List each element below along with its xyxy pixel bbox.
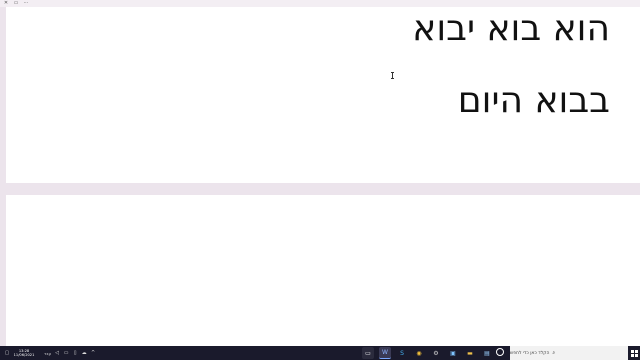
title-bar: ✕ ▭ ⋯ <box>0 0 640 7</box>
taskbar-search-box[interactable]: ⌕ הקלד כאן כדי לחפש <box>510 346 628 360</box>
windows-logo-icon <box>630 349 638 357</box>
clock-date: 11/06/2021 <box>13 353 35 357</box>
close-icon[interactable]: ✕ <box>3 0 9 7</box>
chevron-up-icon[interactable]: ^ <box>90 346 96 360</box>
window-icon[interactable]: ▭ <box>13 0 19 7</box>
photos-icon[interactable]: ▣ <box>447 347 459 359</box>
settings-gear-icon[interactable]: ⚙ <box>430 347 442 359</box>
document-line-1[interactable]: הוא בוא יבוא <box>412 11 610 47</box>
taskbar-apps: ▭ W S ◉ ⚙ ▣ ▬ ▤ <box>362 346 493 360</box>
file-explorer-icon[interactable]: ▬ <box>464 347 476 359</box>
search-icon: ⌕ <box>552 350 556 356</box>
onedrive-icon[interactable]: ☁ <box>81 346 87 360</box>
notifications-icon[interactable]: ▢ <box>4 346 10 360</box>
cortana-icon[interactable] <box>496 348 504 356</box>
battery-icon[interactable]: ▯ <box>72 346 78 360</box>
volume-icon[interactable]: ◁ <box>54 346 60 360</box>
clock[interactable]: 13:28 11/06/2021 <box>13 349 35 358</box>
document-line-2[interactable]: בבוא היום <box>458 83 610 119</box>
store-icon[interactable]: ▤ <box>481 347 493 359</box>
document-page-1[interactable]: הוא בוא יבוא בבוא היום <box>6 7 640 183</box>
skype-icon[interactable]: S <box>396 347 408 359</box>
word-app-icon[interactable]: W <box>379 347 391 359</box>
taskbar: ▢ 13:28 11/06/2021 עבר ◁ ▭ ▯ ☁ ^ ▭ W S ◉… <box>0 346 640 360</box>
start-button[interactable] <box>628 346 640 360</box>
system-tray: ▢ 13:28 11/06/2021 עבר ◁ ▭ ▯ ☁ ^ <box>0 346 96 360</box>
document-page-2[interactable] <box>6 195 640 346</box>
language-indicator[interactable]: עבר <box>44 351 51 356</box>
chrome-icon[interactable]: ◉ <box>413 347 425 359</box>
text-cursor-icon <box>391 72 394 79</box>
network-icon[interactable]: ▭ <box>63 346 69 360</box>
search-placeholder: הקלד כאן כדי לחפש <box>510 350 550 356</box>
more-icon[interactable]: ⋯ <box>23 0 29 7</box>
task-view-icon[interactable]: ▭ <box>362 347 374 359</box>
